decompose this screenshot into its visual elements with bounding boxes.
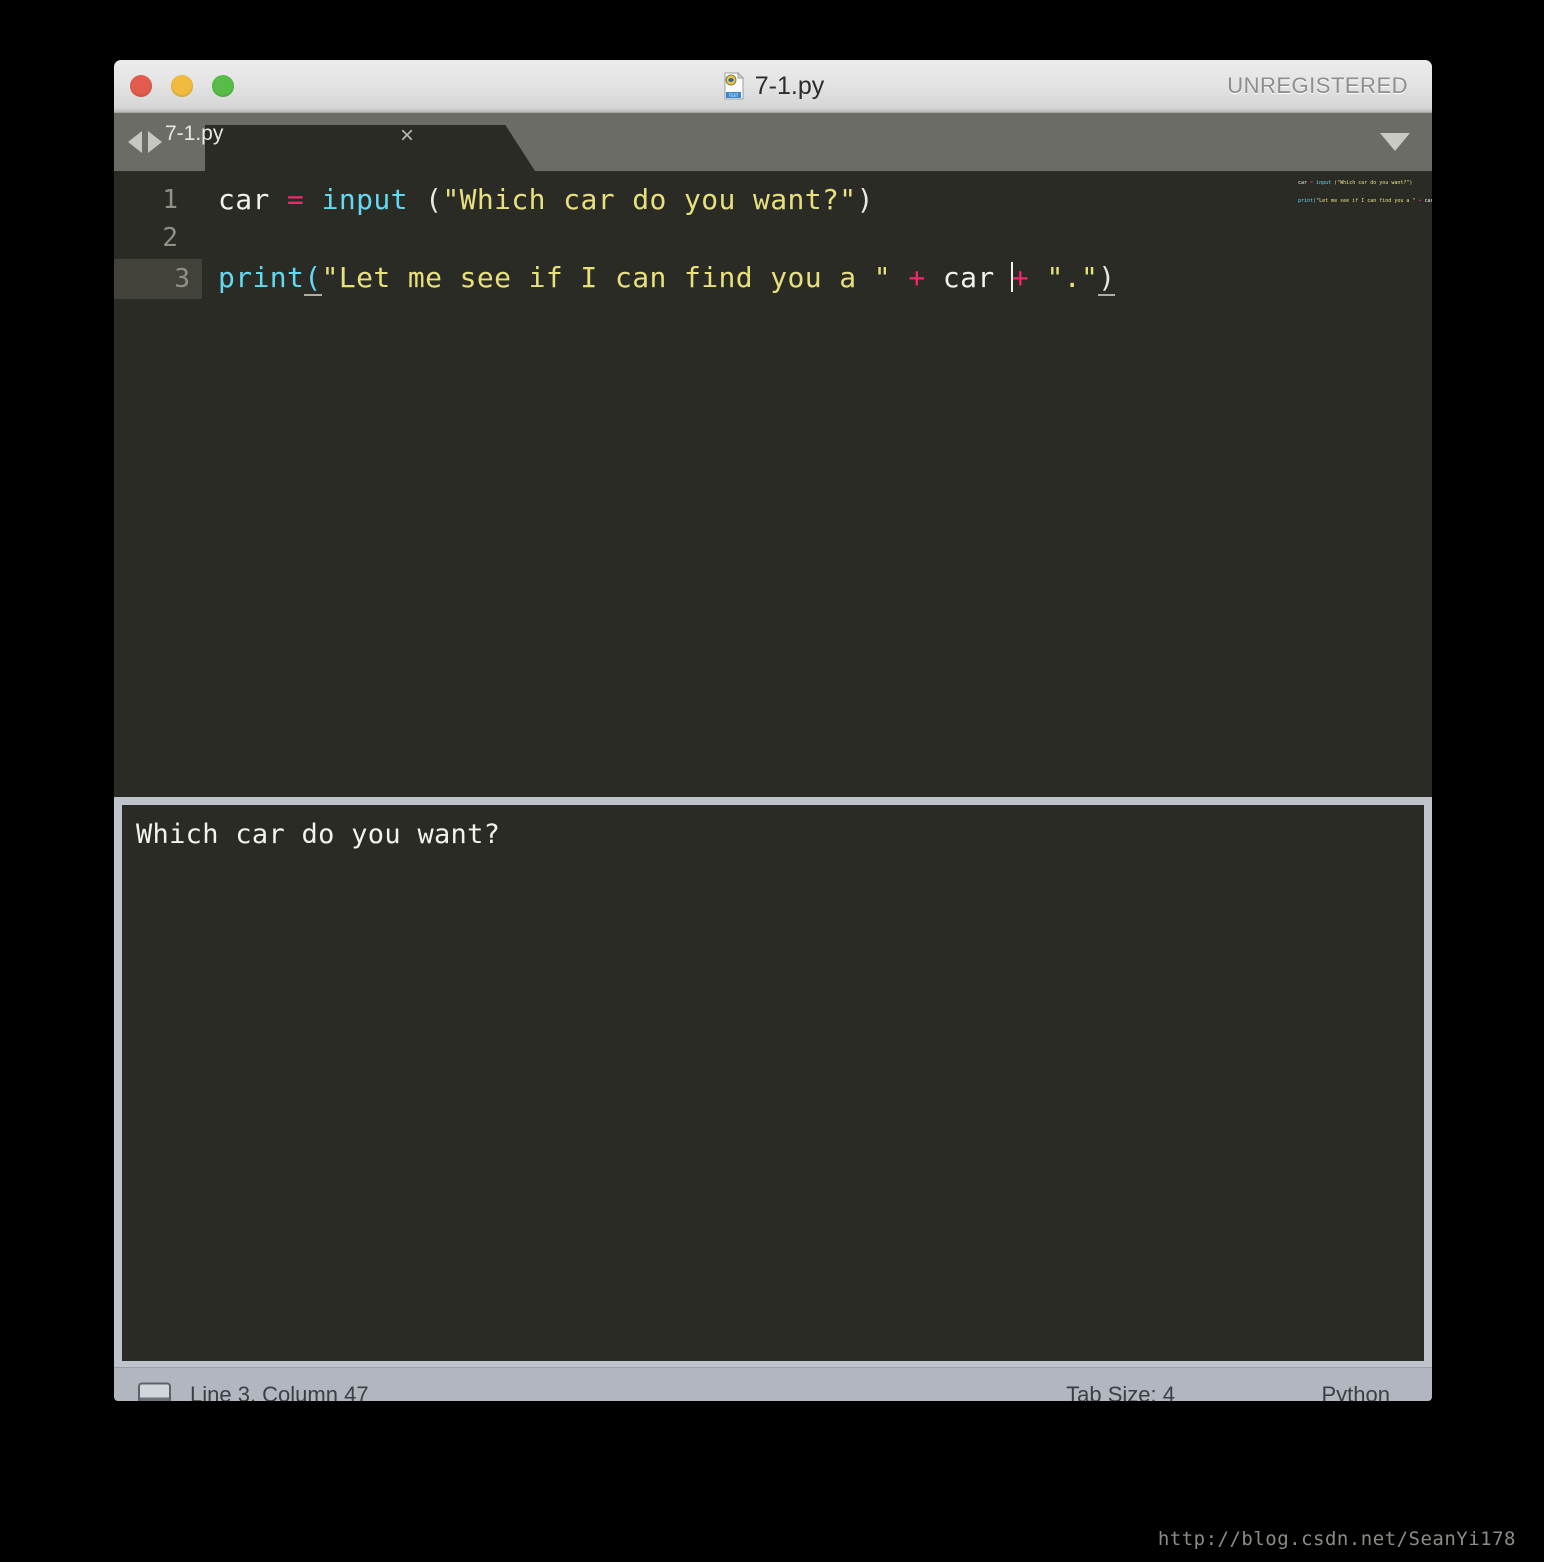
minimap-line: print("Let me see if I can find you a " … bbox=[1298, 198, 1432, 204]
code-token: car bbox=[218, 183, 270, 216]
code-token: ( bbox=[304, 261, 322, 296]
code-token: "Which car do you want?" bbox=[442, 183, 857, 216]
code-line-3: print("Let me see if I can find you a " … bbox=[218, 261, 1116, 296]
code-token: ( bbox=[407, 183, 443, 216]
code-token: ) bbox=[1098, 261, 1116, 296]
tab-navigation-arrows[interactable] bbox=[128, 131, 162, 153]
console-panel-icon[interactable] bbox=[138, 1382, 171, 1401]
arrow-left-icon[interactable] bbox=[128, 131, 142, 153]
window-title-text: 7-1.py bbox=[754, 71, 825, 100]
sublime-text-window: TEXT 7-1.py UNREGISTERED 7-1.py × 1 2 3 … bbox=[114, 60, 1432, 1401]
maximize-window-button[interactable] bbox=[212, 75, 234, 97]
minimize-window-button[interactable] bbox=[171, 75, 193, 97]
code-token: print bbox=[218, 261, 305, 294]
tab-label: 7-1.py bbox=[165, 122, 224, 145]
tab-size-label[interactable]: Tab Size: 4 bbox=[1066, 1382, 1175, 1401]
code-token: + bbox=[908, 261, 926, 294]
minimap-line: car = input ("Which car do you want?") bbox=[1298, 180, 1413, 186]
code-token: "." bbox=[1046, 261, 1099, 294]
line-number-active: 3 bbox=[114, 259, 202, 299]
minimap-line bbox=[1290, 188, 1432, 197]
console-output-line: Which car do you want? bbox=[136, 819, 501, 850]
arrow-right-icon[interactable] bbox=[148, 131, 162, 153]
tab-close-icon[interactable]: × bbox=[400, 124, 414, 148]
svg-text:TEXT: TEXT bbox=[728, 93, 738, 98]
chevron-down-icon[interactable] bbox=[1380, 133, 1410, 151]
tab-7-1-py[interactable] bbox=[205, 125, 535, 171]
window-titlebar: TEXT 7-1.py UNREGISTERED bbox=[114, 60, 1432, 113]
editor-minimap[interactable]: car = input ("Which car do you want?") p… bbox=[1290, 171, 1432, 797]
code-token: + bbox=[1011, 261, 1030, 294]
code-token: ) bbox=[856, 183, 874, 216]
line-number: 1 bbox=[162, 185, 178, 215]
line-number-gutter: 1 2 3 bbox=[114, 171, 202, 797]
tab-bar: 7-1.py × bbox=[114, 113, 1432, 171]
python-file-icon: TEXT bbox=[722, 71, 746, 100]
traffic-light-buttons bbox=[130, 75, 234, 97]
output-panel-container: Which car do you want? bbox=[114, 797, 1432, 1367]
line-number: 2 bbox=[162, 223, 178, 253]
unregistered-label: UNREGISTERED bbox=[1227, 73, 1408, 98]
code-token: car bbox=[942, 261, 995, 294]
code-token: input bbox=[321, 183, 408, 216]
cursor-position-label[interactable]: Line 3, Column 47 bbox=[190, 1382, 369, 1401]
code-line-1: car = input ("Which car do you want?") bbox=[218, 183, 874, 216]
output-console[interactable]: Which car do you want? bbox=[122, 805, 1424, 1361]
code-token: = bbox=[287, 183, 305, 216]
status-bar: Line 3, Column 47 Tab Size: 4 Python bbox=[114, 1367, 1432, 1401]
code-token: "Let me see if I can find you a " bbox=[321, 261, 892, 294]
blog-watermark: http://blog.csdn.net/SeanYi178 bbox=[1157, 1528, 1516, 1550]
code-editor[interactable]: 1 2 3 car = input ("Which car do you wan… bbox=[114, 171, 1432, 797]
screen: TEXT 7-1.py UNREGISTERED 7-1.py × 1 2 3 … bbox=[0, 0, 1544, 1562]
language-mode-label[interactable]: Python bbox=[1322, 1382, 1391, 1401]
close-window-button[interactable] bbox=[130, 75, 152, 97]
